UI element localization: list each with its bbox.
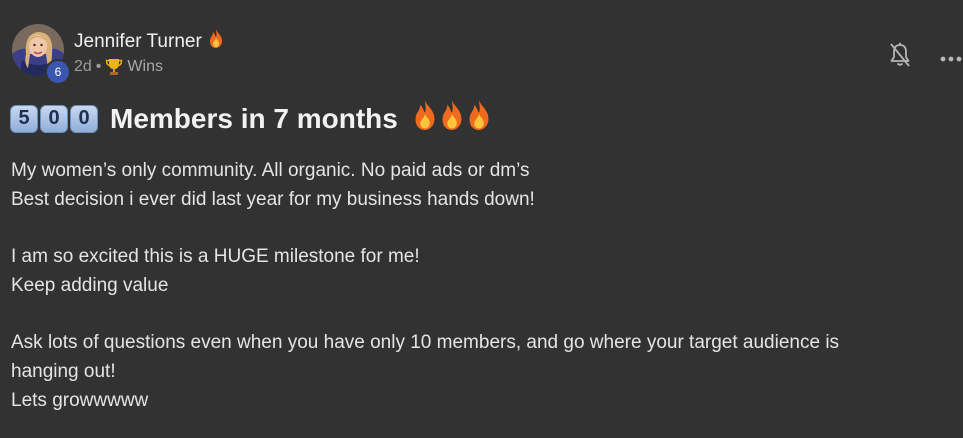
fire-icon [208, 29, 224, 54]
keycap-digit: 0 [40, 104, 68, 133]
keycap-digit: 5 [10, 104, 38, 133]
post-body: My women’s only community. All organic. … [11, 156, 946, 415]
post-time: 2d [74, 58, 92, 75]
post-line: Ask lots of questions even when you have… [11, 332, 840, 353]
fire-icon [439, 100, 465, 137]
post-title[interactable]: 5 0 0 Members in 7 months [10, 100, 492, 137]
post-title-text: Members in 7 months [110, 102, 398, 134]
post-category[interactable]: Wins [127, 58, 163, 76]
post-paragraph: Ask lots of questions even when you have… [11, 328, 946, 415]
title-flames [412, 100, 492, 137]
post-line: Best decision i ever did last year for m… [11, 189, 535, 210]
post-paragraph: I am so excited this is a HUGE milestone… [11, 242, 946, 300]
post-card: 6 Jennifer Turner 2d • Wins 5 0 0 Member… [0, 0, 963, 438]
post-line: Lets growwwww [11, 390, 149, 411]
meta-separator: • [95, 58, 102, 75]
fire-icon [466, 100, 492, 137]
post-meta: 2d • Wins [74, 58, 163, 76]
author-name[interactable]: Jennifer Turner [74, 31, 202, 53]
keycap-digit: 0 [70, 104, 98, 133]
post-line: My women’s only community. All organic. … [11, 160, 530, 181]
level-badge: 6 [45, 59, 71, 85]
more-horizontal-icon[interactable] [940, 50, 963, 62]
bell-off-icon[interactable] [888, 42, 912, 68]
author-name-row: Jennifer Turner [74, 29, 224, 54]
post-line: I am so excited this is a HUGE milestone… [11, 246, 420, 267]
avatar-container[interactable]: 6 [12, 24, 71, 85]
trophy-icon [105, 58, 123, 76]
post-paragraph: My women’s only community. All organic. … [11, 156, 946, 214]
fire-icon [412, 100, 438, 137]
post-line: hanging out! [11, 361, 116, 382]
post-line: Keep adding value [11, 275, 169, 296]
keycap-number: 5 0 0 [10, 104, 98, 133]
